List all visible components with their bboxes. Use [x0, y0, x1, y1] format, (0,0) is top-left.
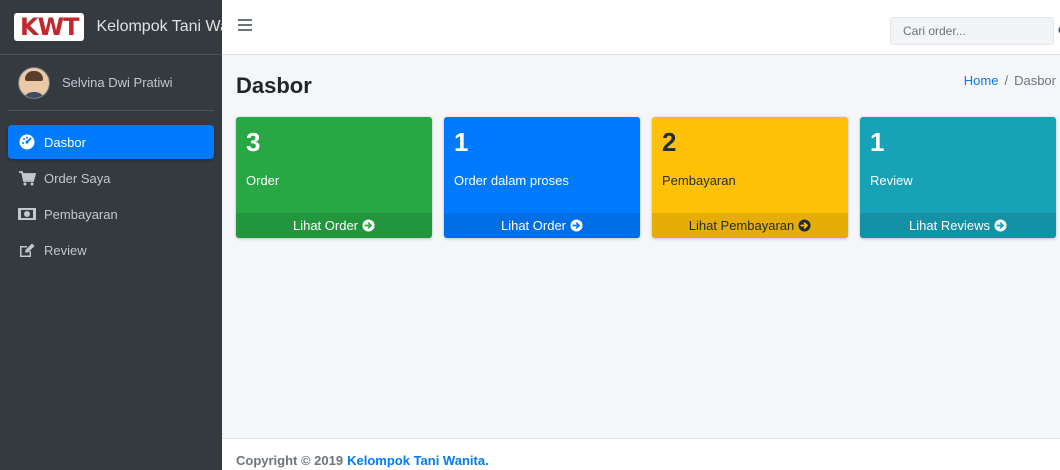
stat-link-label: Lihat Reviews: [909, 218, 990, 233]
breadcrumb-home[interactable]: Home: [964, 73, 999, 88]
stat-count: 1: [870, 127, 885, 157]
money-icon: [18, 205, 36, 223]
stat-card-review: 1 Review Lihat Reviews: [860, 117, 1056, 238]
stat-label: Pembayaran: [662, 173, 736, 188]
stat-count: 2: [662, 127, 677, 157]
lihat-order-link[interactable]: Lihat Order: [444, 213, 640, 238]
user-panel[interactable]: Selvina Dwi Pratiwi: [8, 55, 214, 111]
breadcrumb-separator: /: [1004, 73, 1009, 88]
brand-logo: KWT: [14, 13, 85, 41]
search-input[interactable]: [891, 18, 1058, 44]
stat-count: 3: [246, 127, 261, 157]
top-navbar: [222, 0, 1060, 55]
stat-label: Review: [870, 173, 913, 188]
arrow-circle-right-icon: [570, 219, 583, 232]
breadcrumb: Home / Dasbor: [964, 73, 1056, 88]
user-name[interactable]: Selvina Dwi Pratiwi: [62, 75, 173, 90]
sidebar-item-label: Pembayaran: [44, 206, 118, 222]
copyright-text: Copyright © 2019: [236, 453, 344, 468]
stat-count: 1: [454, 127, 469, 157]
sidebar-item-order-saya[interactable]: Order Saya: [8, 161, 214, 195]
sidebar-nav: Dasbor Order Saya Pembayaran Review: [0, 111, 222, 267]
dashboard-icon: [18, 133, 36, 151]
footer-org-link[interactable]: Kelompok Tani Wanita.: [347, 453, 489, 468]
cart-icon: [18, 169, 36, 187]
sidebar-item-label: Dasbor: [44, 134, 86, 150]
arrow-circle-right-icon: [798, 219, 811, 232]
lihat-pembayaran-link[interactable]: Lihat Pembayaran: [652, 213, 848, 238]
stat-card-pembayaran: 2 Pembayaran Lihat Pembayaran: [652, 117, 848, 238]
stat-link-label: Lihat Order: [500, 218, 567, 233]
page-footer: Copyright © 2019 Kelompok Tani Wanita.: [222, 438, 1060, 470]
lihat-reviews-link[interactable]: Lihat Reviews: [860, 213, 1056, 238]
search-form: [890, 17, 1060, 45]
sidebar-item-label: Order Saya: [44, 170, 111, 186]
sidebar-item-review[interactable]: Review: [8, 233, 214, 267]
stat-card-order-proses: 1 Order dalam proses Lihat Order: [444, 117, 640, 238]
stat-label: Order: [246, 173, 280, 188]
menu-toggle-icon[interactable]: [238, 19, 252, 33]
breadcrumb-current: Dasbor: [1014, 73, 1056, 88]
sidebar: KWT Kelompok Tani Wanita Selvina Dwi Pra…: [0, 0, 222, 470]
content-wrapper: Dasbor Home / Dasbor 3 Order Lihat Order 1…: [222, 55, 1060, 438]
sidebar-item-label: Review: [44, 242, 87, 258]
stat-link-label: Lihat Order: [292, 218, 359, 233]
lihat-order-link[interactable]: Lihat Order: [236, 213, 432, 238]
page-title: Dasbor: [236, 73, 312, 98]
arrow-circle-right-icon: [362, 219, 375, 232]
brand-name: Kelompok Tani Wanita: [96, 18, 222, 35]
edit-icon: [18, 241, 36, 259]
sidebar-item-dasbor[interactable]: Dasbor: [8, 125, 214, 159]
sidebar-item-pembayaran[interactable]: Pembayaran: [8, 197, 214, 231]
stat-label: Order dalam proses: [454, 173, 569, 188]
stat-card-order: 3 Order Lihat Order: [236, 117, 432, 238]
brand-link[interactable]: KWT Kelompok Tani Wanita: [0, 0, 222, 55]
stat-link-label: Lihat Pembayaran: [688, 218, 795, 233]
avatar: [18, 66, 50, 99]
arrow-circle-right-icon: [994, 219, 1007, 232]
